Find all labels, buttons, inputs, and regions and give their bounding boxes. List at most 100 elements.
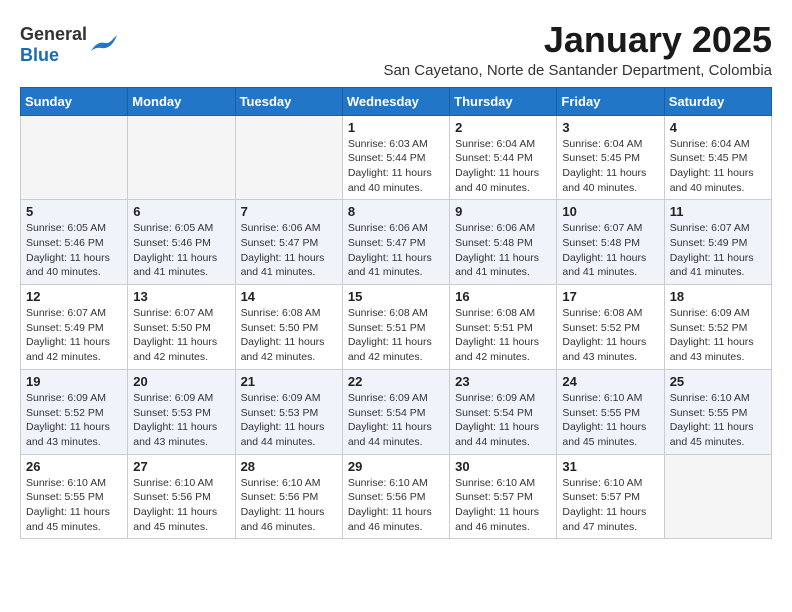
weekday-header-thursday: Thursday — [450, 87, 557, 115]
calendar-cell: 26Sunrise: 6:10 AM Sunset: 5:55 PM Dayli… — [21, 454, 128, 539]
calendar-cell: 18 Sunrise: 6:09 AM Sunset: 5:52 PM Dayli… — [664, 285, 771, 370]
day-number: 1 — [348, 120, 444, 135]
day-number: 18 — [670, 289, 766, 304]
day-info: Sunrise: 6:05 AM Sunset: 5:46 PM Dayligh… — [26, 221, 122, 280]
calendar-cell: 5 Sunrise: 6:05 AM Sunset: 5:46 PM Daylig… — [21, 200, 128, 285]
day-number: 19 — [26, 374, 122, 389]
calendar-cell: 8 Sunrise: 6:06 AM Sunset: 5:47 PM Daylig… — [342, 200, 449, 285]
day-info: Sunrise: 6:07 AM Sunset: 5:49 PM Dayligh… — [26, 306, 122, 365]
weekday-header-sunday: Sunday — [21, 87, 128, 115]
week-row-2: 5 Sunrise: 6:05 AM Sunset: 5:46 PM Daylig… — [21, 200, 772, 285]
day-number: 9 — [455, 204, 551, 219]
calendar-cell: 7 Sunrise: 6:06 AM Sunset: 5:47 PM Daylig… — [235, 200, 342, 285]
day-number: 21 — [241, 374, 337, 389]
day-number: 8 — [348, 204, 444, 219]
day-number: 27 — [133, 459, 229, 474]
day-number: 3 — [562, 120, 658, 135]
week-row-3: 12 Sunrise: 6:07 AM Sunset: 5:49 PM Dayli… — [21, 285, 772, 370]
week-row-1: 1 Sunrise: 6:03 AM Sunset: 5:44 PM Daylig… — [21, 115, 772, 200]
calendar-table: SundayMondayTuesdayWednesdayThursdayFrid… — [20, 87, 772, 540]
calendar-cell: 31 Sunrise: 6:10 AM Sunset: 5:57 PM Dayli… — [557, 454, 664, 539]
calendar-cell: 22Sunrise: 6:09 AM Sunset: 5:54 PM Dayli… — [342, 369, 449, 454]
calendar-subtitle: San Cayetano, Norte de Santander Departm… — [383, 62, 772, 79]
day-number: 10 — [562, 204, 658, 219]
day-info: Sunrise: 6:08 AM Sunset: 5:52 PM Dayligh… — [562, 306, 658, 365]
day-info: Sunrise: 6:04 AM Sunset: 5:45 PM Dayligh… — [562, 137, 658, 196]
day-number: 13 — [133, 289, 229, 304]
calendar-cell — [235, 115, 342, 200]
calendar-cell — [128, 115, 235, 200]
calendar-cell: 10 Sunrise: 6:07 AM Sunset: 5:48 PM Dayli… — [557, 200, 664, 285]
calendar-cell: 6Sunrise: 6:05 AM Sunset: 5:46 PM Daylig… — [128, 200, 235, 285]
calendar-cell — [664, 454, 771, 539]
calendar-cell: 16Sunrise: 6:08 AM Sunset: 5:51 PM Dayli… — [450, 285, 557, 370]
weekday-header-friday: Friday — [557, 87, 664, 115]
day-info: Sunrise: 6:07 AM Sunset: 5:50 PM Dayligh… — [133, 306, 229, 365]
week-row-4: 19Sunrise: 6:09 AM Sunset: 5:52 PM Dayli… — [21, 369, 772, 454]
calendar-cell: 3 Sunrise: 6:04 AM Sunset: 5:45 PM Daylig… — [557, 115, 664, 200]
day-info: Sunrise: 6:07 AM Sunset: 5:48 PM Dayligh… — [562, 221, 658, 280]
calendar-cell: 1 Sunrise: 6:03 AM Sunset: 5:44 PM Daylig… — [342, 115, 449, 200]
calendar-cell: 19Sunrise: 6:09 AM Sunset: 5:52 PM Dayli… — [21, 369, 128, 454]
day-number: 11 — [670, 204, 766, 219]
weekday-header-tuesday: Tuesday — [235, 87, 342, 115]
day-number: 14 — [241, 289, 337, 304]
day-number: 24 — [562, 374, 658, 389]
weekday-header-row: SundayMondayTuesdayWednesdayThursdayFrid… — [21, 87, 772, 115]
day-info: Sunrise: 6:06 AM Sunset: 5:47 PM Dayligh… — [348, 221, 444, 280]
weekday-header-monday: Monday — [128, 87, 235, 115]
weekday-header-saturday: Saturday — [664, 87, 771, 115]
day-info: Sunrise: 6:10 AM Sunset: 5:56 PM Dayligh… — [348, 476, 444, 535]
day-number: 15 — [348, 289, 444, 304]
logo: General Blue — [20, 24, 119, 66]
calendar-cell: 11 Sunrise: 6:07 AM Sunset: 5:49 PM Dayli… — [664, 200, 771, 285]
day-info: Sunrise: 6:03 AM Sunset: 5:44 PM Dayligh… — [348, 137, 444, 196]
day-info: Sunrise: 6:06 AM Sunset: 5:47 PM Dayligh… — [241, 221, 337, 280]
calendar-cell: 21 Sunrise: 6:09 AM Sunset: 5:53 PM Dayli… — [235, 369, 342, 454]
day-number: 28 — [241, 459, 337, 474]
calendar-cell: 9 Sunrise: 6:06 AM Sunset: 5:48 PM Daylig… — [450, 200, 557, 285]
weekday-header-wednesday: Wednesday — [342, 87, 449, 115]
day-info: Sunrise: 6:09 AM Sunset: 5:53 PM Dayligh… — [133, 391, 229, 450]
day-info: Sunrise: 6:09 AM Sunset: 5:54 PM Dayligh… — [348, 391, 444, 450]
day-info: Sunrise: 6:09 AM Sunset: 5:52 PM Dayligh… — [670, 306, 766, 365]
day-info: Sunrise: 6:10 AM Sunset: 5:56 PM Dayligh… — [133, 476, 229, 535]
calendar-cell: 30 Sunrise: 6:10 AM Sunset: 5:57 PM Dayli… — [450, 454, 557, 539]
day-number: 30 — [455, 459, 551, 474]
day-info: Sunrise: 6:08 AM Sunset: 5:50 PM Dayligh… — [241, 306, 337, 365]
calendar-cell: 28Sunrise: 6:10 AM Sunset: 5:56 PM Dayli… — [235, 454, 342, 539]
day-number: 2 — [455, 120, 551, 135]
day-info: Sunrise: 6:06 AM Sunset: 5:48 PM Dayligh… — [455, 221, 551, 280]
day-info: Sunrise: 6:10 AM Sunset: 5:57 PM Dayligh… — [562, 476, 658, 535]
calendar-cell: 2 Sunrise: 6:04 AM Sunset: 5:44 PM Daylig… — [450, 115, 557, 200]
day-number: 25 — [670, 374, 766, 389]
calendar-cell: 29Sunrise: 6:10 AM Sunset: 5:56 PM Dayli… — [342, 454, 449, 539]
day-info: Sunrise: 6:08 AM Sunset: 5:51 PM Dayligh… — [348, 306, 444, 365]
day-info: Sunrise: 6:04 AM Sunset: 5:44 PM Dayligh… — [455, 137, 551, 196]
day-number: 7 — [241, 204, 337, 219]
calendar-title: January 2025 — [383, 20, 772, 60]
day-number: 4 — [670, 120, 766, 135]
day-number: 12 — [26, 289, 122, 304]
day-number: 5 — [26, 204, 122, 219]
day-info: Sunrise: 6:10 AM Sunset: 5:57 PM Dayligh… — [455, 476, 551, 535]
day-info: Sunrise: 6:10 AM Sunset: 5:55 PM Dayligh… — [670, 391, 766, 450]
day-info: Sunrise: 6:04 AM Sunset: 5:45 PM Dayligh… — [670, 137, 766, 196]
logo-bird-icon — [89, 33, 119, 57]
day-number: 20 — [133, 374, 229, 389]
logo-text: General Blue — [20, 24, 87, 66]
calendar-cell: 15 Sunrise: 6:08 AM Sunset: 5:51 PM Dayli… — [342, 285, 449, 370]
day-number: 6 — [133, 204, 229, 219]
calendar-cell: 24 Sunrise: 6:10 AM Sunset: 5:55 PM Dayli… — [557, 369, 664, 454]
day-number: 31 — [562, 459, 658, 474]
day-info: Sunrise: 6:07 AM Sunset: 5:49 PM Dayligh… — [670, 221, 766, 280]
calendar-cell: 12 Sunrise: 6:07 AM Sunset: 5:49 PM Dayli… — [21, 285, 128, 370]
calendar-cell — [21, 115, 128, 200]
day-info: Sunrise: 6:10 AM Sunset: 5:55 PM Dayligh… — [562, 391, 658, 450]
day-info: Sunrise: 6:10 AM Sunset: 5:55 PM Dayligh… — [26, 476, 122, 535]
day-info: Sunrise: 6:09 AM Sunset: 5:53 PM Dayligh… — [241, 391, 337, 450]
calendar-cell: 14 Sunrise: 6:08 AM Sunset: 5:50 PM Dayli… — [235, 285, 342, 370]
calendar-cell: 27 Sunrise: 6:10 AM Sunset: 5:56 PM Dayli… — [128, 454, 235, 539]
day-info: Sunrise: 6:09 AM Sunset: 5:54 PM Dayligh… — [455, 391, 551, 450]
day-info: Sunrise: 6:08 AM Sunset: 5:51 PM Dayligh… — [455, 306, 551, 365]
